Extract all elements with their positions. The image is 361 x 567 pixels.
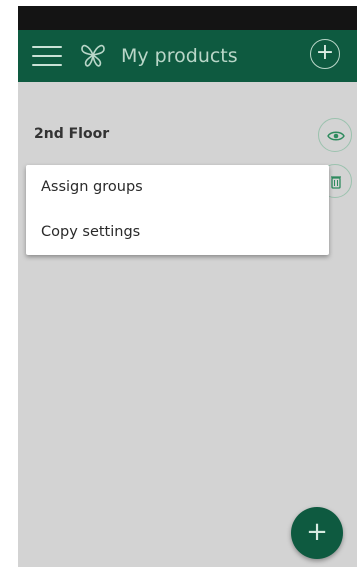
hamburger-menu-icon[interactable] <box>32 43 62 69</box>
plus-icon: + <box>306 517 328 547</box>
eye-icon <box>327 131 345 141</box>
view-button[interactable] <box>318 118 352 152</box>
app-bar: My products + <box>18 30 357 82</box>
menu-item-copy-settings[interactable]: Copy settings <box>41 224 140 240</box>
butterfly-logo-icon <box>81 44 105 67</box>
menu-item-assign-groups[interactable]: Assign groups <box>41 179 143 195</box>
add-product-button[interactable]: + <box>310 39 340 69</box>
context-menu: Assign groups Copy settings <box>26 165 329 255</box>
plus-circle-icon: + <box>315 40 335 65</box>
phone-screen: My products + 2nd Floor Assign groups Co… <box>18 0 357 567</box>
page-title: My products <box>121 45 238 67</box>
add-fab-button[interactable]: + <box>291 507 343 559</box>
list-item-label: 2nd Floor <box>34 126 110 142</box>
status-bar <box>18 6 357 30</box>
